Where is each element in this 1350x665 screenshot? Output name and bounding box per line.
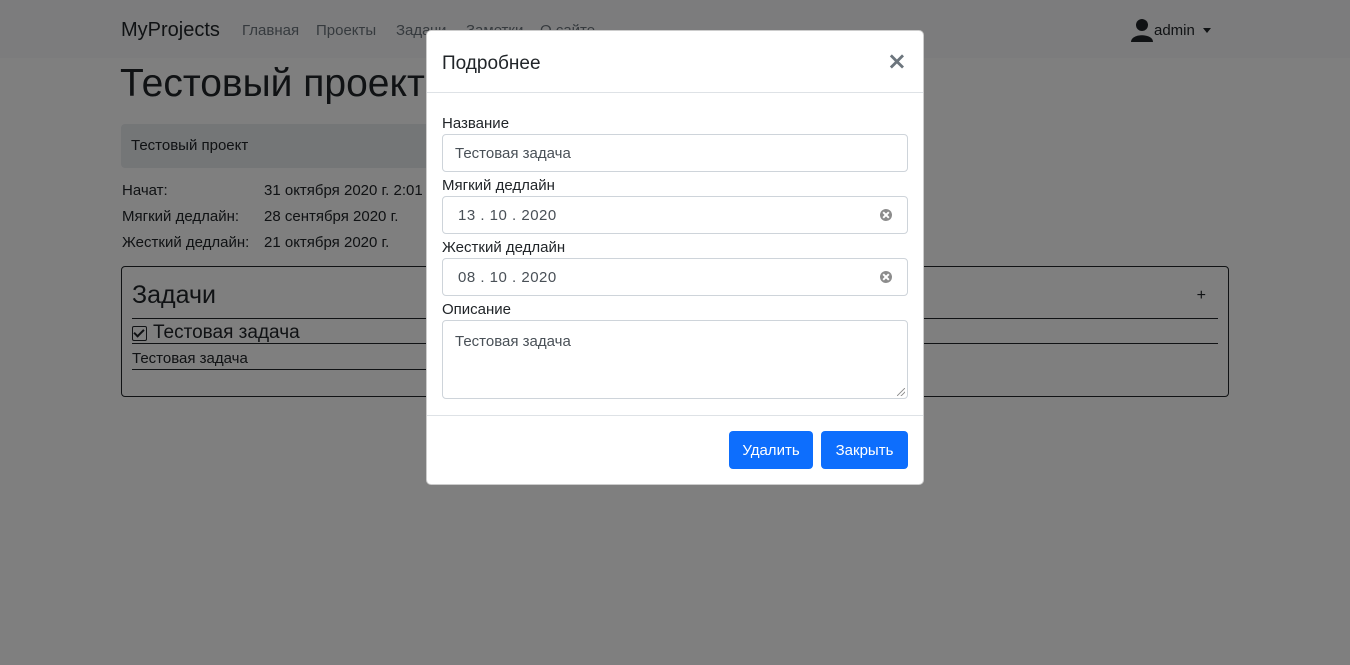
close-icon[interactable]: × bbox=[887, 49, 907, 73]
modal-footer bbox=[427, 415, 923, 416]
modal-header: Подробнее × bbox=[427, 31, 923, 93]
description-label: Описание bbox=[442, 301, 512, 318]
clear-icon[interactable] bbox=[880, 209, 892, 221]
resize-grip-icon[interactable] bbox=[897, 388, 905, 396]
clear-icon[interactable] bbox=[880, 271, 892, 283]
hard-deadline-label: Жесткий дедлайн bbox=[442, 239, 566, 256]
soft-deadline-value: 13 . 10 . 2020 bbox=[458, 207, 557, 224]
name-label: Название bbox=[442, 115, 510, 132]
soft-deadline-label: Мягкий дедлайн bbox=[442, 177, 555, 194]
modal-title: Подробнее bbox=[442, 53, 541, 74]
name-value: Тестовая задача bbox=[455, 145, 571, 162]
soft-deadline-field[interactable]: 13 . 10 . 2020 bbox=[442, 196, 908, 234]
task-details-modal: Подробнее × Название Тестовая задача Мяг… bbox=[426, 30, 924, 485]
name-field[interactable]: Тестовая задача bbox=[442, 134, 908, 172]
hard-deadline-field[interactable]: 08 . 10 . 2020 bbox=[442, 258, 908, 296]
description-value: Тестовая задача bbox=[455, 333, 571, 350]
description-field[interactable]: Тестовая задача bbox=[442, 320, 908, 399]
close-button[interactable]: Закрыть bbox=[821, 431, 908, 469]
delete-button[interactable]: Удалить bbox=[729, 431, 813, 469]
hard-deadline-value: 08 . 10 . 2020 bbox=[458, 269, 557, 286]
